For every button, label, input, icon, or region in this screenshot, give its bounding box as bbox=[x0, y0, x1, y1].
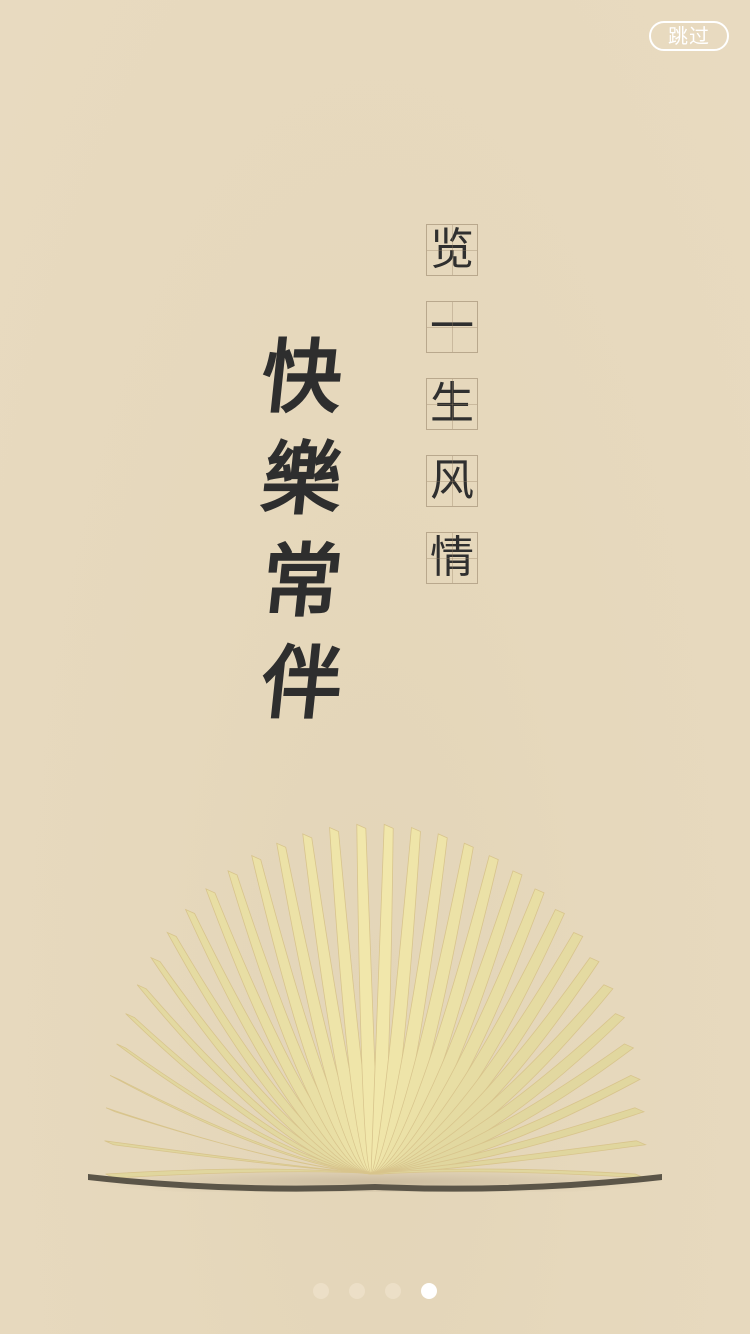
calligraphy-char: 伴 bbox=[257, 636, 347, 730]
tagline-char-box: 情 bbox=[426, 532, 478, 584]
page-dot[interactable] bbox=[349, 1283, 365, 1299]
tagline-char-box: 一 bbox=[426, 301, 478, 353]
tagline-large-column: 快 樂 常 伴 bbox=[257, 326, 347, 734]
tagline-char: 风 bbox=[430, 455, 474, 506]
tagline-char-box: 览 bbox=[426, 224, 478, 276]
page-dot[interactable] bbox=[421, 1283, 437, 1299]
calligraphy-char: 樂 bbox=[257, 432, 347, 526]
page-dot[interactable] bbox=[313, 1283, 329, 1299]
tagline-char: 览 bbox=[430, 224, 474, 275]
tagline-char-box: 生 bbox=[426, 378, 478, 430]
tagline-char-box: 风 bbox=[426, 455, 478, 507]
tagline-char: 情 bbox=[430, 532, 474, 583]
onboarding-screen: 跳过 览 一 生 风 情 快 樂 常 伴 bbox=[0, 0, 750, 1334]
tagline-small-column: 览 一 生 风 情 bbox=[426, 224, 478, 609]
open-book-illustration bbox=[85, 823, 665, 1192]
book-pages bbox=[104, 823, 647, 1179]
page-indicator bbox=[0, 1283, 750, 1299]
tagline-char: 生 bbox=[430, 378, 474, 429]
calligraphy-char: 快 bbox=[257, 330, 347, 424]
skip-button[interactable]: 跳过 bbox=[649, 21, 729, 51]
calligraphy-char: 常 bbox=[257, 534, 347, 628]
page-dot[interactable] bbox=[385, 1283, 401, 1299]
tagline-char: 一 bbox=[430, 301, 474, 352]
